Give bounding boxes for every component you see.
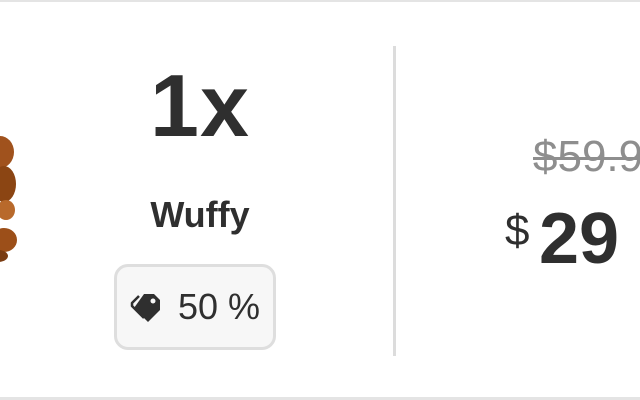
discount-badge: 50 % — [114, 264, 276, 350]
discount-percent: 50 % — [177, 286, 261, 327]
cart-item-row: 1x Wuffy 50 % $59.9 $ 29 — [0, 0, 640, 400]
discounted-price: 29 — [539, 199, 620, 279]
divider — [393, 46, 396, 356]
tags-icon — [130, 294, 160, 322]
product-name: Wuffy — [150, 194, 250, 235]
product-plush-image — [0, 136, 17, 262]
quantity-label: 1x — [150, 56, 250, 155]
original-price: $59.9 — [533, 132, 640, 181]
currency-symbol: $ — [505, 206, 530, 255]
